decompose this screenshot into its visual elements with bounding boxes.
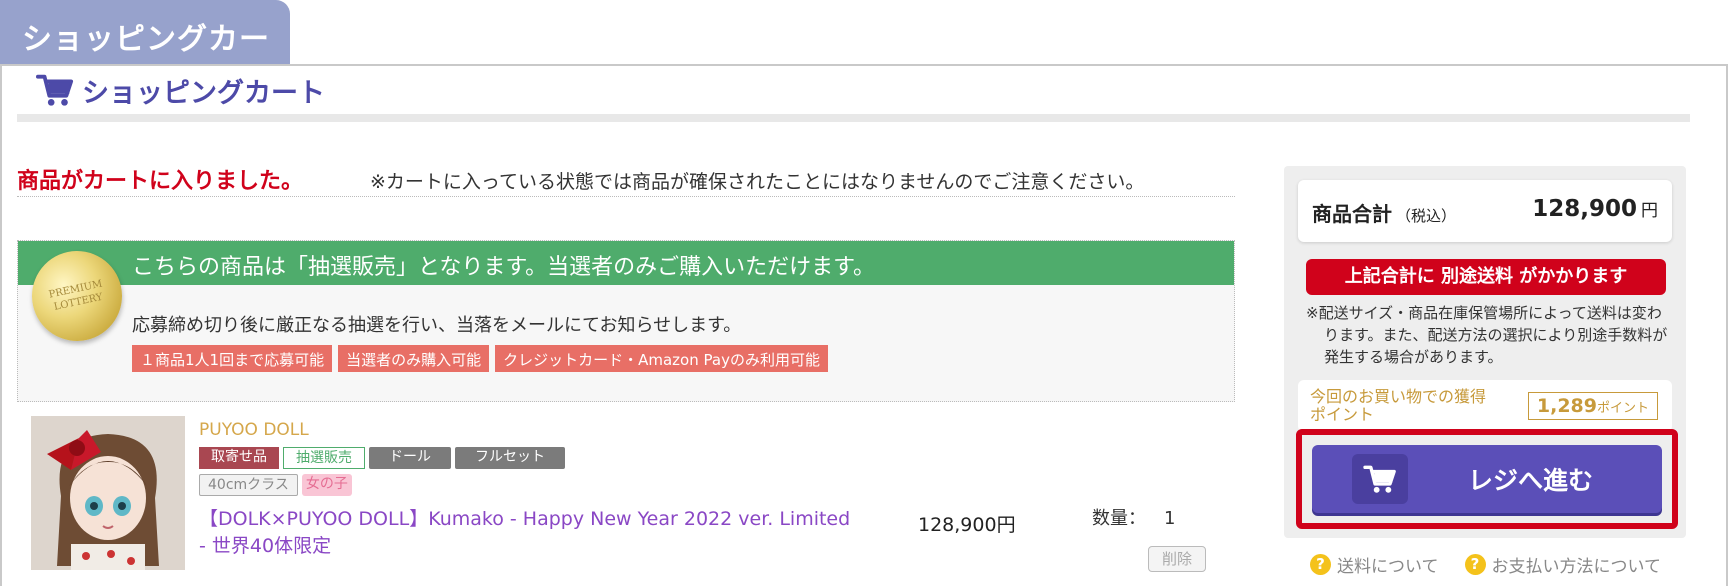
tag-backorder: 取寄せ品 — [199, 447, 279, 469]
quantity: 数量： 1 — [1092, 504, 1175, 530]
quantity-value: 1 — [1164, 508, 1176, 529]
delete-button[interactable]: 削除 — [1148, 546, 1206, 572]
shipping-banner: 上記合計に 別途送料 がかかります — [1306, 259, 1666, 295]
help-link-label: お支払い方法について — [1491, 557, 1662, 577]
lottery-tag: 当選者のみ購入可能 — [338, 345, 490, 372]
total-value: 128,900 円 — [1532, 196, 1658, 222]
cart-icon — [36, 74, 74, 106]
divider — [17, 196, 1235, 197]
product-brand[interactable]: PUYOO DOLL — [199, 420, 309, 440]
currency: 円 — [1641, 201, 1658, 221]
lottery-panel: こちらの商品は「抽選販売」となります。当選者のみご購入いただけます。 PREMI… — [17, 240, 1235, 402]
lottery-tag: １商品1人1回まで応募可能 — [132, 345, 333, 372]
help-link-label: 送料について — [1337, 557, 1439, 577]
points-label: 今回のお買い物での獲得ポイント — [1310, 387, 1487, 424]
medal-text: PREMIUM LOTTERY — [47, 278, 104, 313]
total-label: 商品合計 （税込） — [1312, 198, 1456, 227]
page-title-text: ショッピングカート — [82, 77, 325, 109]
lottery-heading: こちらの商品は「抽選販売」となります。当選者のみご購入いただけます。 — [18, 241, 1234, 285]
points-number: 1,289 — [1536, 395, 1597, 417]
tag-gender: 女の子 — [301, 474, 352, 496]
tag-doll: ドール — [369, 447, 451, 469]
added-message: 商品がカートに入りました。 — [17, 169, 304, 194]
lottery-description: 応募締め切り後に厳正なる抽選を行い、当落をメールにてお知らせします。 — [132, 315, 742, 336]
tag-lottery: 抽選販売 — [283, 447, 365, 469]
points-unit: ポイント — [1596, 401, 1649, 416]
product-name-link[interactable]: 【DOLK×PUYOO DOLL】Kumako - Happy New Year… — [199, 506, 861, 560]
product-tags: 取寄せ品 抽選販売 ドール フルセット — [199, 447, 565, 469]
product-tags-secondary: 40cmクラス 女の子 — [199, 474, 352, 496]
cart-notice: ※カートに入っている状態では商品が確保されたことにはなりませんのでご注意ください… — [370, 171, 1145, 193]
quantity-label: 数量： — [1092, 508, 1146, 529]
tag-size: 40cmクラス — [199, 474, 298, 496]
cart-icon — [1352, 454, 1408, 504]
checkout-label: レジへ進む — [1468, 466, 1594, 495]
title-divider — [17, 114, 1690, 122]
help-icon: ? — [1464, 554, 1486, 575]
help-links: ? 送料について ? お支払い方法について — [1310, 552, 1661, 577]
tax-label: （税込） — [1396, 207, 1457, 225]
total-box: 商品合計 （税込） 128,900 円 — [1298, 180, 1672, 242]
total-label-text: 商品合計 — [1312, 202, 1392, 226]
shipping-note: ※配送サイズ・商品在庫保管場所によって送料は変わります。また、配送方法の選択によ… — [1306, 304, 1668, 366]
tag-fullset: フルセット — [455, 447, 565, 469]
help-icon: ? — [1310, 554, 1331, 575]
total-amount: 128,900 — [1532, 196, 1637, 222]
points-value: 1,289ポイント — [1527, 392, 1658, 420]
checkout-button[interactable]: レジへ進む — [1312, 445, 1662, 513]
product-image[interactable] — [31, 416, 185, 570]
product-price: 128,900円 — [918, 514, 1016, 536]
tab-shopping-cart: ショッピングカート — [0, 0, 290, 101]
help-link-payment[interactable]: ? お支払い方法について — [1464, 552, 1662, 577]
page-title: ショッピングカート — [36, 70, 325, 110]
lottery-tags: １商品1人1回まで応募可能 当選者のみ購入可能 クレジットカード・Amazon … — [132, 345, 828, 372]
help-link-shipping[interactable]: ? 送料について — [1310, 552, 1439, 577]
points-box: 今回のお買い物での獲得ポイント 1,289ポイント — [1298, 380, 1672, 432]
lottery-tag: クレジットカード・Amazon Payのみ利用可能 — [495, 345, 828, 372]
